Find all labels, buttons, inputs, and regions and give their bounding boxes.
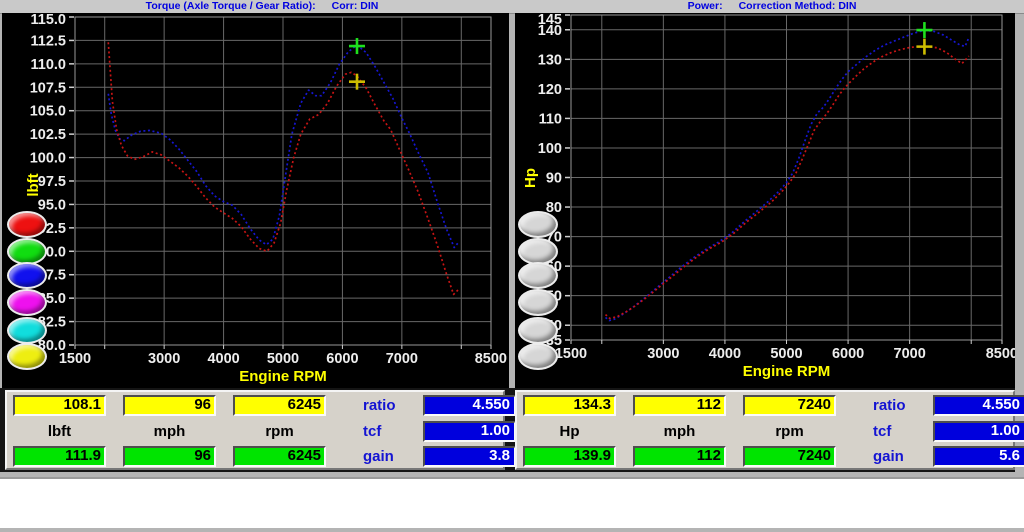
torque-unit-label: lbft — [47, 423, 72, 440]
svg-text:6000: 6000 — [832, 346, 864, 362]
power-curve-button-4 — [518, 289, 558, 316]
svg-text:4000: 4000 — [709, 346, 741, 362]
svg-text:7000: 7000 — [386, 351, 418, 367]
svg-text:115.0: 115.0 — [31, 13, 67, 28]
torque-ratio-value: 4.550 — [423, 395, 516, 416]
torque-tcf-label: tcf — [363, 423, 382, 440]
power-curve-button-3 — [518, 262, 558, 289]
svg-text:100: 100 — [538, 141, 562, 157]
svg-text:8500: 8500 — [475, 351, 507, 367]
torque-readout-panel: 108.1 96 6245 ratio 4.550 lbft mph rpm t… — [5, 390, 516, 470]
power-gain-value: 5.6 — [933, 446, 1024, 467]
svg-text:8500: 8500 — [986, 346, 1015, 362]
power-curve-button-5 — [518, 317, 558, 344]
svg-text:110: 110 — [539, 111, 562, 127]
torque-ratio-label: ratio — [363, 397, 396, 414]
svg-text:107.5: 107.5 — [30, 80, 66, 96]
power-corrected-value: 139.9 — [523, 446, 616, 467]
svg-text:112.5: 112.5 — [31, 33, 67, 49]
power-ratio-value: 4.550 — [933, 395, 1024, 416]
torque-curve-button-magenta[interactable] — [7, 289, 47, 316]
torque-plot-area: 1500 3000 4000 5000 6000 7000 8500115.0112.511… — [25, 13, 507, 385]
svg-text:110.0: 110.0 — [31, 57, 67, 73]
svg-text:6000: 6000 — [326, 351, 358, 367]
torque-curve-button-blue[interactable] — [7, 262, 47, 289]
power-corrected-row: 139.9 112 7240 gain 5.6 — [523, 446, 1024, 467]
torque-curve-button-cyan[interactable] — [7, 317, 47, 344]
power-peak-rpm: 7240 — [743, 395, 836, 416]
torque-gain-value: 3.8 — [423, 446, 516, 467]
power-correction-label: Correction Method: DIN — [738, 0, 857, 12]
svg-text:105.0: 105.0 — [30, 104, 66, 120]
power-curve-button-2 — [518, 238, 558, 265]
svg-text:5000: 5000 — [770, 346, 802, 362]
power-peak-mph: 112 — [633, 395, 726, 416]
torque-corrected-mph: 96 — [123, 446, 216, 467]
torque-peak-mph: 96 — [123, 395, 216, 416]
svg-text:7000: 7000 — [894, 346, 926, 362]
svg-text:3000: 3000 — [647, 346, 679, 362]
torque-peak-row: 108.1 96 6245 ratio 4.550 — [13, 395, 516, 416]
power-tcf-value: 1.00 — [933, 421, 1024, 442]
svg-text:97.5: 97.5 — [38, 174, 66, 190]
speed-unit-label-2: mph — [663, 423, 696, 440]
power-corrected-rpm: 7240 — [743, 446, 836, 467]
power-curve-button-1 — [518, 211, 558, 238]
torque-peak-value: 108.1 — [13, 395, 106, 416]
svg-text:95.0: 95.0 — [38, 197, 66, 213]
power-units-row: Hp mph rpm tcf 1.00 — [523, 421, 1024, 442]
svg-text:102.5: 102.5 — [30, 127, 66, 143]
svg-text:Engine RPM: Engine RPM — [239, 368, 327, 385]
rpm-unit-label-2: rpm — [775, 423, 804, 440]
power-ratio-label: ratio — [873, 397, 906, 414]
speed-unit-label: mph — [153, 423, 186, 440]
svg-text:3000: 3000 — [148, 351, 180, 367]
torque-corrected-rpm: 6245 — [233, 446, 326, 467]
dyno-application-window: Torque (Axle Torque / Gear Ratio): Corr: … — [0, 0, 1024, 532]
svg-text:Engine RPM: Engine RPM — [743, 363, 831, 380]
power-chart-title: Power: Correction Method: DIN — [687, 0, 857, 12]
svg-text:140: 140 — [538, 23, 562, 39]
bottom-frame-edge — [0, 528, 1024, 532]
torque-curve-button-green[interactable] — [7, 238, 47, 265]
torque-chart-title: Torque (Axle Torque / Gear Ratio): Corr: … — [145, 0, 379, 12]
svg-text:130: 130 — [538, 52, 562, 68]
power-tcf-label: tcf — [873, 423, 892, 440]
svg-text:120: 120 — [538, 82, 562, 98]
rpm-unit-label: rpm — [265, 423, 294, 440]
torque-peak-rpm: 6245 — [233, 395, 326, 416]
power-peak-value: 134.3 — [523, 395, 616, 416]
power-curve-button-6 — [518, 343, 558, 370]
torque-curve-button-red[interactable] — [7, 211, 47, 238]
svg-text:4000: 4000 — [207, 351, 239, 367]
torque-gain-label: gain — [363, 448, 394, 465]
torque-tcf-value: 1.00 — [423, 421, 516, 442]
power-unit-label: Hp — [559, 423, 580, 440]
svg-text:lbft: lbft — [25, 173, 42, 196]
power-readout-panel: 134.3 112 7240 ratio 4.550 Hp mph rpm tc… — [515, 390, 1024, 470]
power-peak-row: 134.3 112 7240 ratio 4.550 — [523, 395, 1024, 416]
power-plot-area: 1500 3000 4000 5000 6000 7000 8500145140130120… — [522, 13, 1015, 380]
torque-chart: 1500 3000 4000 5000 6000 7000 8500 115.0 112.5 11… — [2, 13, 509, 388]
power-gain-label: gain — [873, 448, 904, 465]
footer-bar: HPS PERFORMANCE PRODUCTS Folder Run ID D… — [0, 477, 1024, 528]
power-chart: 1500 3000 4000 5000 6000 7000 8500 145 140 130 120… — [515, 13, 1015, 388]
svg-text:90: 90 — [546, 171, 562, 187]
svg-text:100.0: 100.0 — [30, 151, 66, 167]
torque-corrected-value: 111.9 — [13, 446, 106, 467]
torque-corrected-row: 111.9 96 6245 gain 3.8 — [13, 446, 516, 467]
svg-text:Hp: Hp — [522, 168, 539, 188]
chart-header-bar: Torque (Axle Torque / Gear Ratio): Corr: … — [0, 0, 1024, 14]
torque-correction-label: Corr: DIN — [331, 0, 379, 12]
svg-text:5000: 5000 — [267, 351, 299, 367]
torque-curve-button-yellow[interactable] — [7, 343, 47, 370]
torque-units-row: lbft mph rpm tcf 1.00 — [13, 421, 516, 442]
power-corrected-mph: 112 — [633, 446, 726, 467]
